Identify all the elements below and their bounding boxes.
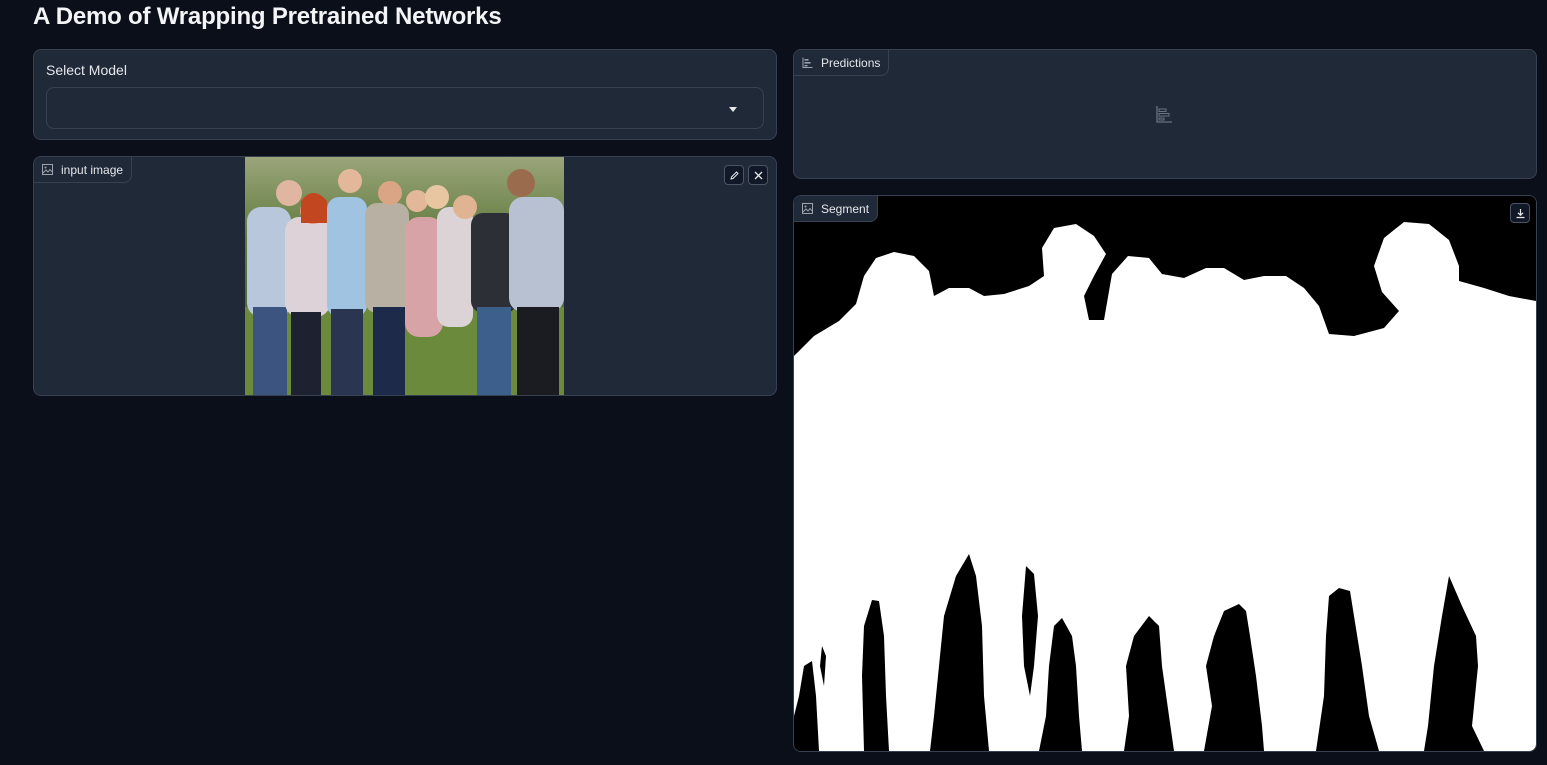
clear-button[interactable] [748,165,768,185]
download-button[interactable] [1510,203,1530,223]
bar-chart-icon [1155,105,1173,128]
model-dropdown[interactable] [46,87,764,129]
download-icon [1516,208,1524,218]
input-photo [245,157,564,395]
predictions-label-text: Predictions [821,55,881,70]
segment-block: Segment [793,195,1537,752]
edit-icon [729,170,739,180]
close-icon [754,171,762,179]
image-icon [802,203,813,214]
select-model-label: Select Model [46,62,127,78]
input-image-label-text: input image [61,162,124,177]
edit-button[interactable] [724,165,744,185]
segmentation-mask [794,196,1536,751]
predictions-label: Predictions [794,50,890,76]
page-title: A Demo of Wrapping Pretrained Networks [33,3,502,30]
chevron-down-icon [729,107,737,112]
segment-label: Segment [794,196,879,222]
image-icon [42,164,53,175]
segment-label-text: Segment [821,201,870,216]
input-image-block[interactable]: input image [33,156,777,396]
predictions-block: Predictions [793,49,1537,179]
bar-chart-icon [802,57,813,68]
input-image-label: input image [34,157,133,183]
model-select-block: Select Model [33,49,777,140]
